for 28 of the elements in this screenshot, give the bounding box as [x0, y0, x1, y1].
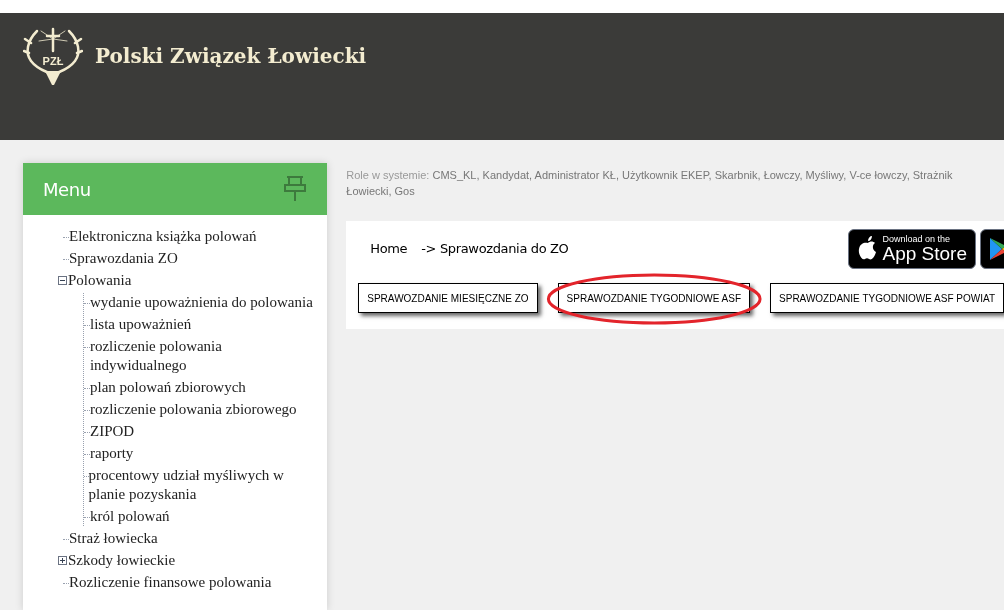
- menu-item[interactable]: rozliczenie polowania zbiorowego: [90, 400, 297, 419]
- menu-item[interactable]: plan polowań zbiorowych: [90, 378, 246, 397]
- menu-item[interactable]: wydanie upoważnienia do polowania: [90, 293, 313, 312]
- breadcrumb-link[interactable]: Home: [370, 239, 408, 259]
- expand-box-icon[interactable]: [58, 556, 67, 565]
- menu-item[interactable]: król polowań: [90, 507, 170, 526]
- menu-item[interactable]: Rozliczenie finansowe polowania: [69, 573, 272, 592]
- logo-letters: PZŁ: [42, 54, 64, 69]
- menu-item[interactable]: ZIPOD: [90, 422, 135, 441]
- menu-item[interactable]: Straż łowiecka: [69, 529, 158, 548]
- badge-caption: Download on the: [882, 235, 952, 244]
- badge-title: App Store: [882, 244, 967, 263]
- menu-item[interactable]: Polowania: [68, 271, 132, 290]
- roles-text: Role w systemie: CMS_KL, Kandydat, Administrator KŁ, Użytkownik EKEP, Skarbnik, Łowczy, Myśliwy, V-ce łowczy, Strażnik Łowiecki, Gos: [346, 168, 954, 199]
- collapse-box-icon[interactable]: [58, 276, 67, 285]
- menu-item[interactable]: raporty: [90, 444, 134, 463]
- menu-item[interactable]: Elektroniczna książka polowań: [69, 227, 257, 246]
- site-title[interactable]: Polski Związek Łowiecki: [95, 41, 367, 71]
- menu-title: Menu: [43, 177, 91, 202]
- menu-item[interactable]: Sprawozdania ZO: [69, 249, 178, 268]
- report-button[interactable]: SPRAWOZDANIE TYGODNIOWE ASF POWIAT: [770, 283, 1004, 313]
- report-button[interactable]: SPRAWOZDANIE TYGODNIOWE ASF: [557, 283, 751, 313]
- report-button[interactable]: SPRAWOZDANIE MIESIĘCZNE ZO: [358, 283, 538, 313]
- apple-icon: [856, 236, 879, 262]
- app-store-badge[interactable]: Download on the App Store: [847, 229, 976, 269]
- breadcrumb-link[interactable]: -> Sprawozdania do ZO: [421, 239, 569, 259]
- menu-item[interactable]: Szkody łowieckie: [68, 551, 176, 570]
- menu-item[interactable]: lista upoważnień: [90, 315, 192, 334]
